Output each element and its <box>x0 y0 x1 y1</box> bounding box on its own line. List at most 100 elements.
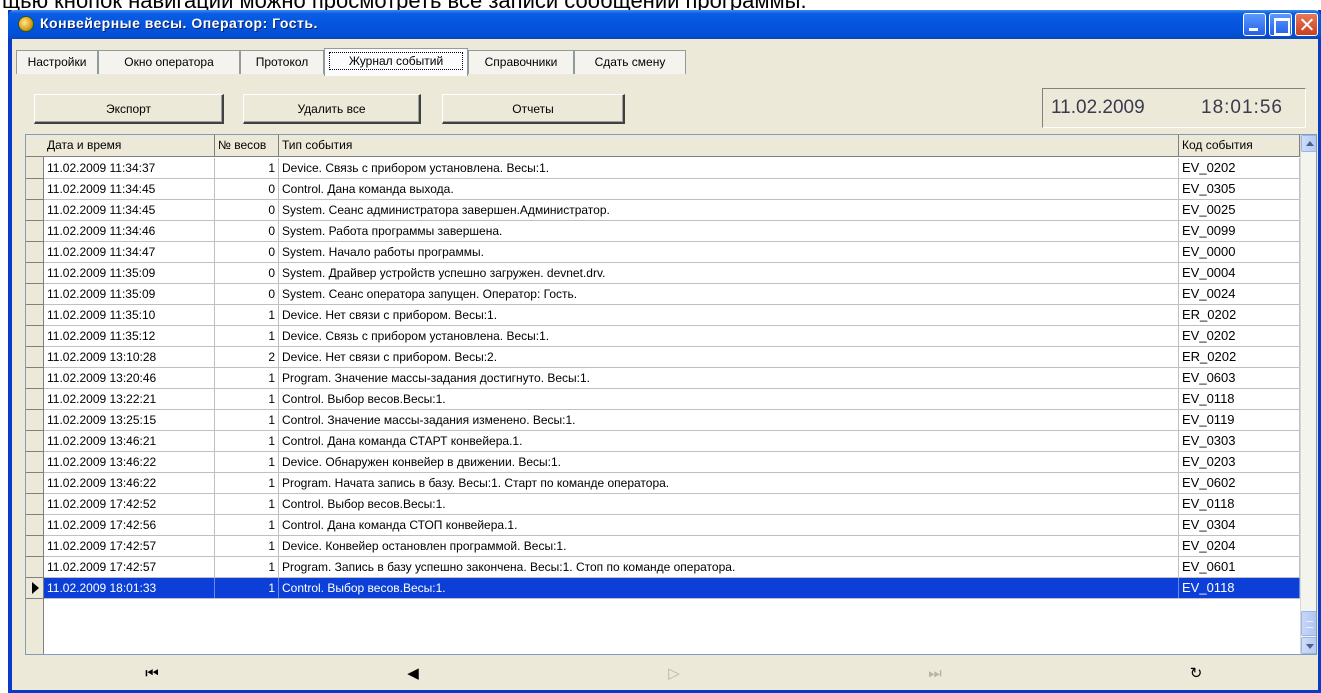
cell-event-type[interactable]: Control. Дана команда СТАРТ конвейера.1. <box>279 431 1179 451</box>
cell-scale-number[interactable]: 1 <box>215 494 279 514</box>
row-indicator[interactable] <box>26 179 44 200</box>
cell-event-code[interactable]: EV_0202 <box>1179 158 1300 178</box>
table-row[interactable]: 11.02.2009 18:01:33 1 Control. Выбор весов… <box>44 578 1300 599</box>
cell-event-code[interactable]: EV_0118 <box>1179 389 1300 409</box>
cell-datetime[interactable]: 11.02.2009 17:42:57 <box>44 536 215 556</box>
row-indicator[interactable] <box>26 305 44 326</box>
table-row[interactable]: 11.02.2009 11:35:10 1 Device. Нет связи с … <box>44 305 1300 326</box>
cell-scale-number[interactable]: 0 <box>215 284 279 304</box>
cell-datetime[interactable]: 11.02.2009 11:34:47 <box>44 242 215 262</box>
cell-event-type[interactable]: Device. Нет связи с прибором. Весы:2. <box>279 347 1179 367</box>
cell-event-code[interactable]: EV_0024 <box>1179 284 1300 304</box>
cell-event-type[interactable]: Control. Значение массы-задания изменено… <box>279 410 1179 430</box>
scroll-thumb[interactable] <box>1301 611 1316 636</box>
vertical-scrollbar[interactable] <box>1300 135 1316 654</box>
row-indicator[interactable] <box>26 515 44 536</box>
row-indicator[interactable] <box>26 221 44 242</box>
cell-event-type[interactable]: System. Драйвер устройств успешно загруж… <box>279 263 1179 283</box>
reports-button[interactable]: Отчеты <box>442 94 625 124</box>
tab-event-log[interactable]: Журнал событий <box>324 48 468 76</box>
tab-hand-over-shift[interactable]: Сдать смену <box>574 50 686 75</box>
row-indicator[interactable] <box>26 200 44 221</box>
cell-event-type[interactable]: Control. Выбор весов.Весы:1. <box>279 389 1179 409</box>
row-indicator[interactable] <box>26 158 44 179</box>
cell-event-code[interactable]: EV_0119 <box>1179 410 1300 430</box>
cell-scale-number[interactable]: 1 <box>215 515 279 535</box>
cell-event-type[interactable]: System. Сеанс администратора завершен.Ад… <box>279 200 1179 220</box>
scroll-up-icon[interactable] <box>1301 135 1316 152</box>
cell-event-code[interactable]: EV_0602 <box>1179 473 1300 493</box>
cell-event-type[interactable]: Control. Выбор весов.Весы:1. <box>279 578 1179 598</box>
row-indicator[interactable] <box>26 389 44 410</box>
maximize-icon[interactable] <box>1269 13 1292 36</box>
minimize-icon[interactable] <box>1243 13 1266 36</box>
cell-event-code[interactable]: EV_0025 <box>1179 200 1300 220</box>
table-row[interactable]: 11.02.2009 11:34:45 0 System. Сеанс админи… <box>44 200 1300 221</box>
cell-event-code[interactable]: EV_0204 <box>1179 536 1300 556</box>
cell-event-code[interactable]: EV_0099 <box>1179 221 1300 241</box>
cell-datetime[interactable]: 11.02.2009 11:35:09 <box>44 284 215 304</box>
cell-datetime[interactable]: 11.02.2009 11:35:12 <box>44 326 215 346</box>
cell-datetime[interactable]: 11.02.2009 11:35:09 <box>44 263 215 283</box>
cell-scale-number[interactable]: 0 <box>215 200 279 220</box>
cell-event-type[interactable]: Control. Выбор весов.Весы:1. <box>279 494 1179 514</box>
column-header-event-code[interactable]: Код события <box>1179 135 1300 157</box>
cell-datetime[interactable]: 11.02.2009 13:46:21 <box>44 431 215 451</box>
table-row[interactable]: 11.02.2009 13:46:22 1 Program. Начата запи… <box>44 473 1300 494</box>
table-row[interactable]: 11.02.2009 13:22:21 1 Control. Выбор весов… <box>44 389 1300 410</box>
column-header-event-type[interactable]: Тип события <box>279 135 1179 157</box>
cell-scale-number[interactable]: 0 <box>215 242 279 262</box>
cell-event-code[interactable]: ER_0202 <box>1179 347 1300 367</box>
row-indicator[interactable] <box>26 284 44 305</box>
cell-event-code[interactable]: EV_0202 <box>1179 326 1300 346</box>
cell-event-type[interactable]: Program. Начата запись в базу. Весы:1. С… <box>279 473 1179 493</box>
cell-scale-number[interactable]: 0 <box>215 221 279 241</box>
row-indicator[interactable] <box>26 473 44 494</box>
table-row[interactable]: 11.02.2009 13:20:46 1 Program. Значение ма… <box>44 368 1300 389</box>
column-header-scale-number[interactable]: № весов <box>215 135 279 157</box>
cell-scale-number[interactable]: 1 <box>215 473 279 493</box>
cell-event-type[interactable]: System. Работа программы завершена. <box>279 221 1179 241</box>
row-indicator[interactable] <box>26 242 44 263</box>
close-icon[interactable] <box>1295 13 1318 36</box>
first-record-icon[interactable]: ⏮ <box>122 662 182 686</box>
cell-event-type[interactable]: Device. Связь с прибором установлена. Ве… <box>279 326 1179 346</box>
cell-scale-number[interactable]: 1 <box>215 578 279 598</box>
cell-scale-number[interactable]: 0 <box>215 179 279 199</box>
column-header-datetime[interactable]: Дата и время <box>44 135 215 157</box>
table-row[interactable]: 11.02.2009 17:42:57 1 Program. Запись в ба… <box>44 557 1300 578</box>
cell-datetime[interactable]: 11.02.2009 13:20:46 <box>44 368 215 388</box>
cell-scale-number[interactable]: 1 <box>215 368 279 388</box>
cell-datetime[interactable]: 11.02.2009 11:34:45 <box>44 179 215 199</box>
cell-event-type[interactable]: System. Начало работы программы. <box>279 242 1179 262</box>
cell-event-code[interactable]: EV_0004 <box>1179 263 1300 283</box>
row-indicator[interactable] <box>26 347 44 368</box>
cell-scale-number[interactable]: 0 <box>215 263 279 283</box>
row-indicator[interactable] <box>26 368 44 389</box>
cell-event-type[interactable]: Control. Дана команда выхода. <box>279 179 1179 199</box>
table-row[interactable]: 11.02.2009 11:34:47 0 System. Начало работ… <box>44 242 1300 263</box>
tab-operator-window[interactable]: Окно оператора <box>98 50 240 75</box>
table-row[interactable]: 11.02.2009 13:25:15 1 Control. Значение ма… <box>44 410 1300 431</box>
cell-event-code[interactable]: EV_0118 <box>1179 578 1300 598</box>
row-indicator[interactable] <box>26 557 44 578</box>
table-row[interactable]: 11.02.2009 13:10:28 2 Device. Нет связи с … <box>44 347 1300 368</box>
cell-event-code[interactable]: EV_0603 <box>1179 368 1300 388</box>
table-row[interactable]: 11.02.2009 11:34:37 1 Device. Связь с приб… <box>44 158 1300 179</box>
row-indicator[interactable] <box>26 452 44 473</box>
table-row[interactable]: 11.02.2009 13:46:21 1 Control. Дана команд… <box>44 431 1300 452</box>
cell-datetime[interactable]: 11.02.2009 17:42:52 <box>44 494 215 514</box>
cell-datetime[interactable]: 11.02.2009 18:01:33 <box>44 578 215 598</box>
table-row[interactable]: 11.02.2009 17:42:56 1 Control. Дана команд… <box>44 515 1300 536</box>
cell-event-code[interactable]: EV_0118 <box>1179 494 1300 514</box>
cell-datetime[interactable]: 11.02.2009 13:46:22 <box>44 473 215 493</box>
cell-event-type[interactable]: Device. Связь с прибором установлена. Ве… <box>279 158 1179 178</box>
current-row-arrow-icon[interactable] <box>26 578 44 599</box>
cell-event-code[interactable]: EV_0303 <box>1179 431 1300 451</box>
prior-record-icon[interactable]: ◀ <box>383 662 443 686</box>
cell-datetime[interactable]: 11.02.2009 13:25:15 <box>44 410 215 430</box>
cell-datetime[interactable]: 11.02.2009 13:22:21 <box>44 389 215 409</box>
row-indicator[interactable] <box>26 494 44 515</box>
title-bar[interactable]: Конвейерные весы. Оператор: Гость. <box>8 10 1321 39</box>
cell-scale-number[interactable]: 1 <box>215 452 279 472</box>
